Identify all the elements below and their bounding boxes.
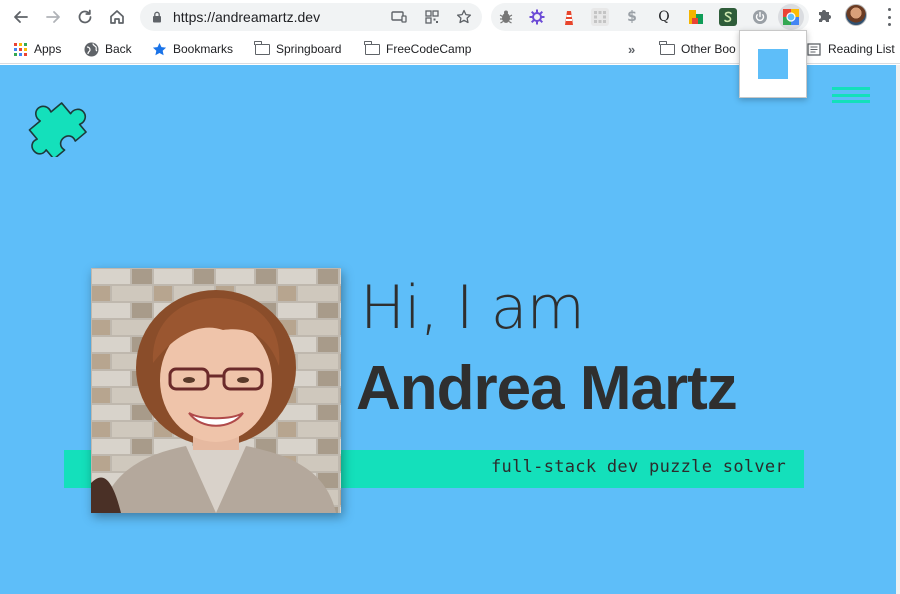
apps-grid-icon [12,41,28,57]
puzzle-icon [819,10,831,22]
cast-icon[interactable] [390,8,408,26]
reload-icon [78,9,92,24]
address-bar[interactable]: https://andreamartz.dev [140,3,482,31]
page-scrollbar[interactable] [896,65,900,594]
bookmark-bookmarks-label: Bookmarks [173,42,234,56]
q-extension-icon[interactable]: Q [655,8,673,26]
grid-extension-icon[interactable] [591,8,609,26]
bookmark-folder-springboard[interactable]: Springboard [254,40,341,58]
extensions-strip: $ Q [491,3,809,31]
dollar-extension-icon[interactable]: $ [623,8,641,26]
bookmark-back-label: Back [105,42,132,56]
name-heading: Andrea Martz [356,354,738,423]
bug-extension-icon[interactable] [497,8,515,26]
extensions-puzzle-button[interactable] [815,6,835,26]
tagline-text: full-stack dev puzzle solver [491,457,786,477]
folder-icon [254,40,270,57]
bookmark-springboard-label: Springboard [276,42,342,56]
bookmark-folder-other[interactable]: Other Boo [659,40,736,58]
bookmark-back[interactable]: Back [83,40,132,58]
lock-icon [153,11,161,23]
profile-avatar[interactable] [845,4,867,26]
color-blocks-extension-icon[interactable] [687,8,705,26]
folder-icon [364,40,380,57]
greeting-heading: Hi, I am [360,273,585,343]
purple-gear-extension-icon[interactable] [528,8,546,26]
page-content: full-stack dev puzzle solver Hi, I am An… [0,65,896,594]
bookmark-apps[interactable]: Apps [12,40,61,58]
reading-list-label: Reading List [828,42,895,56]
bookmark-bookmarks[interactable]: Bookmarks [151,40,233,58]
home-icon [110,10,124,24]
blue-star-icon [151,41,167,57]
bookmark-other-label: Other Boo [681,42,736,56]
bookmarks-overflow-chevron[interactable]: » [628,40,635,58]
back-arrow-icon [14,11,28,23]
reading-list-button[interactable]: Reading List [806,40,895,58]
home-button[interactable] [104,4,130,30]
back-arrow-button[interactable] [8,4,34,30]
forward-arrow-icon [46,11,60,23]
reload-button[interactable] [72,4,98,30]
red-lighthouse-extension-icon[interactable] [560,8,578,26]
hamburger-menu-icon[interactable] [832,87,870,103]
qr-code-icon[interactable] [423,8,441,26]
double-chevron-icon: » [628,41,636,57]
power-extension-icon[interactable] [751,8,769,26]
bookmark-folder-freecodecamp[interactable]: FreeCodeCamp [364,40,471,58]
browser-toolbar: https://andreamartz.dev $ Q [0,0,900,34]
bookmark-apps-label: Apps [34,42,62,56]
url-text: https://andreamartz.dev [173,9,321,25]
extension-popup [739,30,807,98]
forward-arrow-button[interactable] [40,4,66,30]
puzzle-piece-logo-icon[interactable] [18,89,90,157]
color-swatch[interactable] [758,49,788,79]
kebab-menu-icon[interactable] [882,8,896,26]
profile-photo [91,268,341,513]
globe-icon [83,41,99,57]
folder-icon [659,40,675,57]
color-picker-extension-icon[interactable] [778,4,804,30]
dark-s-extension-icon[interactable] [719,8,737,26]
bookmark-star-icon[interactable] [455,8,473,26]
bookmark-freecodecamp-label: FreeCodeCamp [386,42,472,56]
reading-list-icon [806,41,822,57]
